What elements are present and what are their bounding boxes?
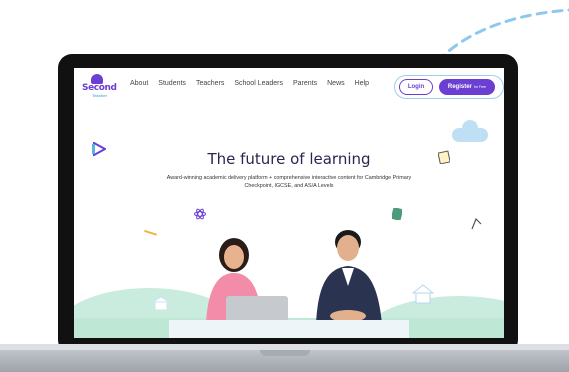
nav-link-parents[interactable]: Parents — [293, 80, 317, 87]
second-teacher-logo[interactable]: Second Teacher — [82, 74, 117, 98]
logo-text: Second — [82, 83, 117, 93]
nav-link-school-leaders[interactable]: School Leaders — [234, 80, 283, 87]
pencil-icon — [144, 230, 158, 236]
nav-link-teachers[interactable]: Teachers — [196, 80, 224, 87]
nav-link-help[interactable]: Help — [355, 80, 369, 87]
cloud-icon — [452, 120, 488, 142]
atom-icon — [194, 208, 206, 220]
hero-title: The future of learning — [207, 150, 371, 168]
house-illustration-icon — [152, 296, 170, 310]
nav-link-news[interactable]: News — [327, 80, 345, 87]
nav-links: About Students Teachers School Leaders P… — [130, 80, 369, 87]
register-label: Register — [447, 84, 472, 90]
register-button[interactable]: Register for Free — [439, 79, 495, 95]
compass-icon — [471, 218, 482, 230]
register-note: for Free — [473, 85, 487, 89]
house-illustration-icon — [412, 284, 434, 304]
logo-subtext: Teacher — [92, 93, 108, 98]
presenter-man — [316, 230, 382, 324]
auth-buttons: Login Register for Free — [394, 75, 504, 99]
top-navigation: Second Teacher About Students Teachers S… — [74, 68, 504, 102]
calculator-icon — [392, 208, 402, 220]
laptop-opening-notch — [260, 350, 310, 356]
desk — [169, 320, 409, 338]
nav-link-students[interactable]: Students — [158, 80, 186, 87]
nav-link-about[interactable]: About — [130, 80, 148, 87]
login-button[interactable]: Login — [399, 79, 433, 95]
hero-subtitle: Award-winning academic delivery platform… — [166, 175, 412, 189]
website-screen: Second Teacher About Students Teachers S… — [74, 68, 504, 338]
